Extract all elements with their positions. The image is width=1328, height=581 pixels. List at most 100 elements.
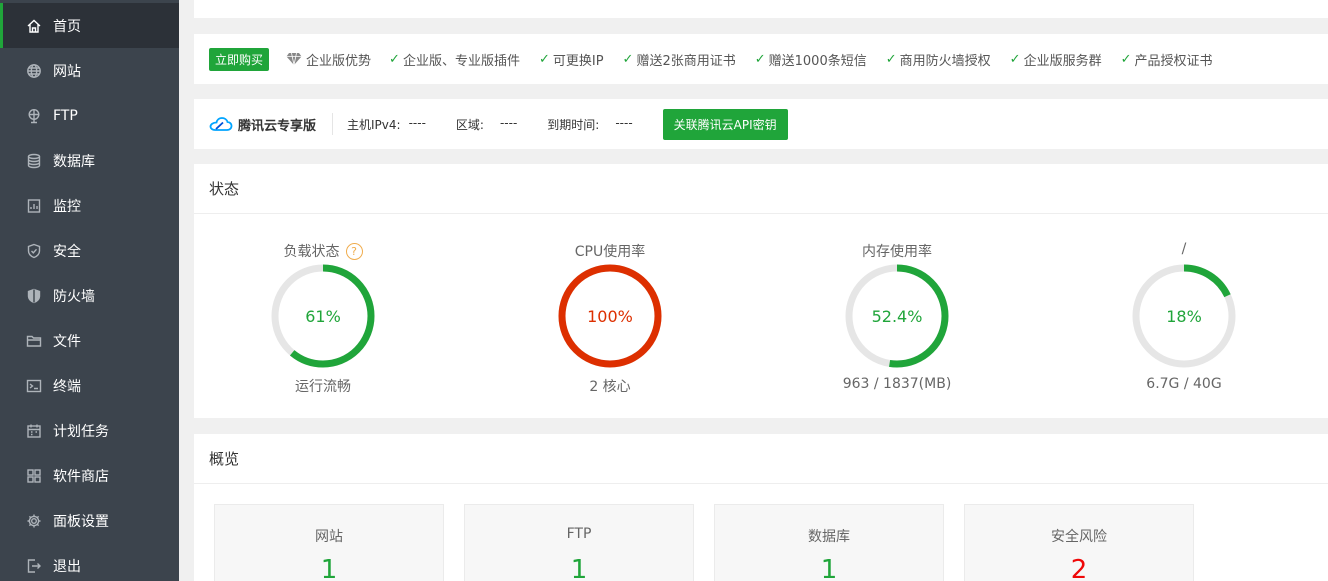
gauge-label-wrap: 内存使用率 [797, 241, 997, 261]
overview-card-security-risk[interactable]: 安全风险 2 [964, 504, 1194, 581]
gauge-value: 52.4% [871, 307, 923, 326]
sidebar-item-database[interactable]: 数据库 [0, 138, 179, 183]
tencent-brand-label: 腾讯云专享版 [238, 118, 317, 134]
feature-item: ✓ 企业版、专业版插件 [389, 50, 520, 69]
gauge-label: 内存使用率 [862, 244, 932, 260]
sidebar-item-label: 数据库 [53, 153, 95, 170]
sidebar-item-firewall[interactable]: 防火墙 [0, 273, 179, 318]
sidebar-item-home[interactable]: 首页 [0, 3, 179, 48]
check-icon: ✓ [389, 51, 400, 67]
feature-label: 赠送2张商用证书 [636, 53, 736, 69]
grid-apps-icon [25, 467, 43, 485]
gauge-value: 100% [587, 307, 633, 326]
feature-item: ✓ 可更换IP [539, 50, 604, 69]
gauge-sub: 963 / 1837(MB) [842, 376, 952, 392]
sidebar-item-label: 计划任务 [53, 423, 109, 440]
feature-label: 产品授权证书 [1134, 53, 1213, 69]
feature-item: ✓ 赠送2张商用证书 [623, 50, 736, 69]
card-label: FTP [566, 526, 592, 542]
help-icon[interactable]: ? [345, 242, 363, 260]
tencent-cloud-bar: 腾讯云专享版 主机IPv4: ---- 区域: ---- 到期时间: ---- 关联腾… [194, 99, 1328, 149]
check-icon: ✓ [754, 51, 766, 67]
globe-icon [25, 62, 43, 80]
home-icon [25, 17, 43, 35]
gauge-value: 61% [305, 307, 341, 326]
gear-icon [25, 512, 43, 530]
field-key: 到期时间: [547, 117, 600, 132]
sidebar-item-security[interactable]: 安全 [0, 228, 179, 273]
card-value: 1 [570, 555, 588, 581]
diamond-icon [286, 52, 302, 66]
overview-title: 概览 [194, 434, 1328, 484]
terminal-icon [25, 377, 43, 395]
tencent-cloud-icon [209, 117, 233, 131]
sidebar-item-ftp[interactable]: FTP [0, 93, 179, 138]
sidebar-item-label: FTP [53, 107, 78, 124]
gauge-label-wrap: / [1084, 241, 1284, 257]
field-value: ---- [615, 115, 633, 130]
status-panel: 状态 负载状态? 61% 运行流畅 CPU使用率 100% 2 核心 内存使用率… [194, 164, 1328, 418]
sidebar-item-website[interactable]: 网站 [0, 48, 179, 93]
folder-icon [25, 332, 43, 350]
feature-item: ✓ 企业版服务群 [1010, 50, 1102, 69]
sidebar-item-cron[interactable]: 计划任务 [0, 408, 179, 453]
divider [332, 113, 334, 135]
database-icon [25, 152, 43, 170]
overview-card-ftp[interactable]: FTP 1 [464, 504, 694, 581]
sidebar: 首页 网站 FTP 数据库 监控 安全 防火墙 文件 终端 计划任务 软件商店 [0, 0, 179, 581]
gauge-label: CPU使用率 [574, 244, 646, 260]
expiry-time: 到期时间: ---- [547, 116, 632, 133]
card-label: 安全风险 [1051, 529, 1107, 545]
feature-item: ✓ 商用防火墙授权 [886, 50, 991, 69]
region: 区域: ---- [456, 116, 517, 133]
sidebar-item-store[interactable]: 软件商店 [0, 453, 179, 498]
sidebar-item-label: 终端 [53, 378, 81, 395]
sidebar-item-label: 文件 [53, 333, 81, 350]
firewall-shield-icon [25, 287, 43, 305]
sidebar-item-label: 退出 [53, 558, 81, 575]
overview-panel: 概览 网站 1 FTP 1 数据库 1 安全风险 2 [194, 434, 1328, 581]
sidebar-item-files[interactable]: 文件 [0, 318, 179, 363]
card-value: 1 [320, 555, 338, 581]
calendar-icon [25, 422, 43, 440]
card-label: 数据库 [808, 529, 850, 545]
status-title: 状态 [194, 164, 1328, 214]
gauge-sub: 6.7G / 40G [1146, 376, 1222, 392]
check-icon: ✓ [885, 51, 897, 67]
overview-card-website[interactable]: 网站 1 [214, 504, 444, 581]
sidebar-item-label: 网站 [53, 63, 81, 80]
sidebar-item-label: 面板设置 [53, 513, 109, 530]
sidebar-item-terminal[interactable]: 终端 [0, 363, 179, 408]
top-info-strip [194, 0, 1328, 18]
gauge-value: 18% [1166, 307, 1202, 326]
field-value: ---- [499, 115, 518, 130]
feature-label: 赠送1000条短信 [768, 53, 867, 69]
sidebar-item-label: 安全 [53, 243, 81, 260]
sidebar-item-logout[interactable]: 退出 [0, 543, 179, 581]
card-label: 网站 [315, 529, 343, 545]
feature-label: 企业版、专业版插件 [402, 53, 520, 69]
check-icon: ✓ [622, 51, 634, 67]
gauge-label: 负载状态 [283, 244, 340, 260]
gauge-label-wrap: 负载状态? [223, 241, 423, 261]
enterprise-advantage-label: 企业版优势 [306, 53, 372, 69]
gauge-label: / [1181, 241, 1187, 257]
enterprise-advantage[interactable]: 企业版优势 [286, 50, 371, 69]
feature-item: ✓ 产品授权证书 [1121, 50, 1213, 69]
host-ipv4: 主机IPv4: ---- [347, 116, 426, 133]
link-tencent-api-key-button[interactable]: 关联腾讯云API密钥 [662, 108, 788, 140]
sidebar-item-label: 首页 [53, 18, 81, 35]
sidebar-item-label: 软件商店 [53, 468, 109, 485]
overview-card-database[interactable]: 数据库 1 [714, 504, 944, 581]
buy-now-button[interactable]: 立即购买 [209, 47, 270, 71]
feature-label: 可更换IP [552, 53, 604, 69]
sidebar-item-settings[interactable]: 面板设置 [0, 498, 179, 543]
gauge-label-wrap: CPU使用率 [510, 241, 710, 261]
sidebar-item-monitor[interactable]: 监控 [0, 183, 179, 228]
tencent-cloud-brand: 腾讯云专享版 [209, 115, 316, 134]
card-value: 2 [1070, 555, 1088, 581]
feature-label: 商用防火墙授权 [899, 53, 991, 69]
field-key: 主机IPv4: [347, 117, 401, 132]
sidebar-item-label: 防火墙 [53, 288, 95, 305]
sidebar-item-label: 监控 [53, 198, 81, 215]
